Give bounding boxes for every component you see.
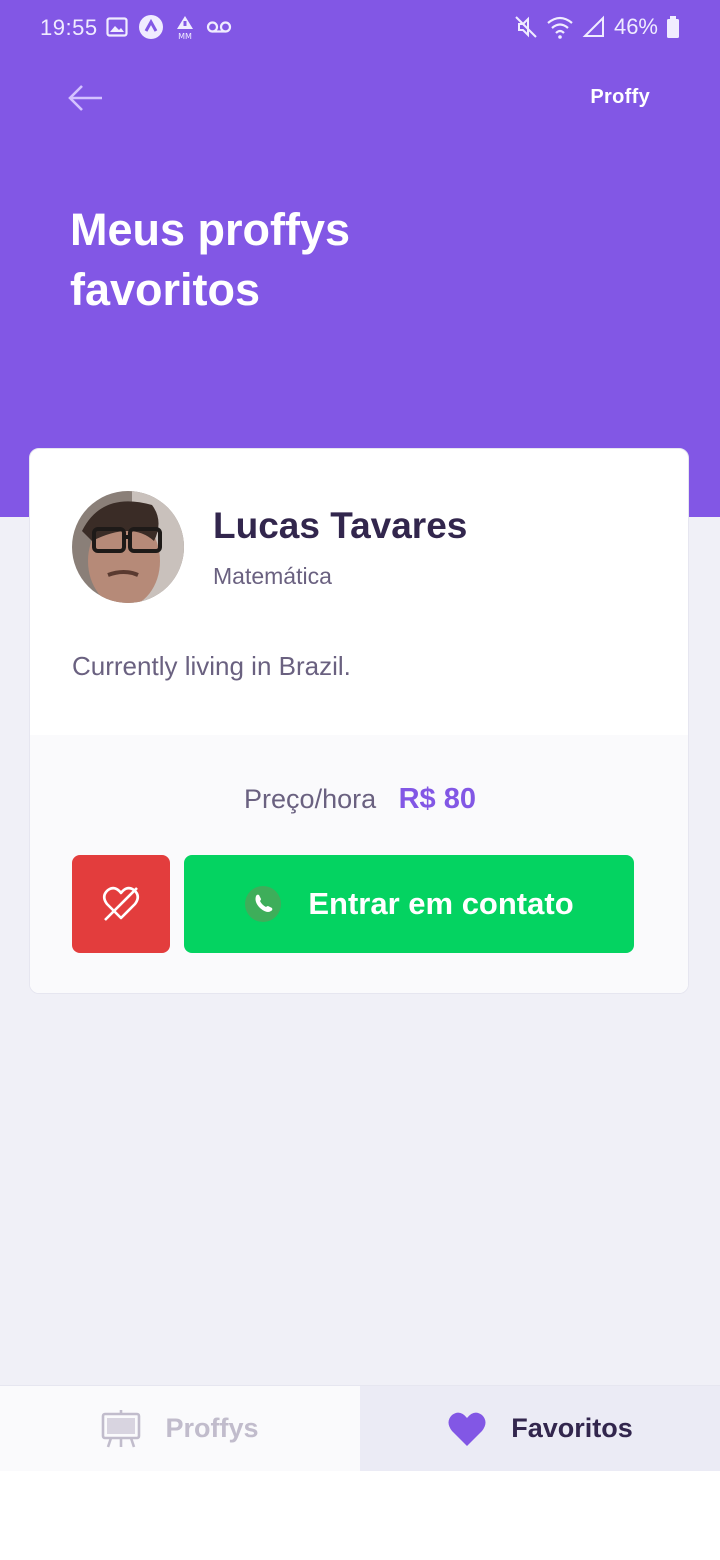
svg-text:MM: MM [178, 32, 192, 40]
card-footer: Preço/hora R$ 80 Entrar em contato [30, 735, 688, 993]
back-button[interactable] [66, 80, 106, 116]
app-circle-icon [139, 15, 163, 39]
easel-icon [102, 1409, 141, 1447]
image-icon [106, 17, 128, 37]
teacher-name: Lucas Tavares [213, 505, 468, 546]
arrow-left-icon [68, 85, 102, 111]
teacher-card: Lucas Tavares Matemática Currently livin… [29, 448, 689, 994]
contact-label: Entrar em contato [308, 886, 574, 921]
price-label: Preço/hora [244, 784, 377, 814]
contact-button[interactable]: Entrar em contato [184, 855, 634, 953]
price-row: Preço/hora R$ 80 [30, 783, 688, 816]
mm-icon: MM [177, 16, 193, 40]
mute-icon [515, 16, 537, 38]
tab-favoritos[interactable]: Favoritos [360, 1386, 720, 1471]
price-value: R$ 80 [398, 783, 476, 815]
whatsapp-icon [245, 886, 282, 922]
wifi-icon [547, 16, 573, 39]
heart-icon [448, 1412, 486, 1446]
page-title: Meus proffys favoritos [70, 204, 351, 315]
tab-proffys-label: Proffys [165, 1413, 259, 1443]
tab-favoritos-label: Favoritos [511, 1413, 633, 1443]
heart-outline-icon [102, 886, 140, 921]
proffy-logo: Proffy [590, 86, 650, 108]
signal-icon [582, 15, 604, 37]
status-time: 19:55 [40, 15, 98, 40]
battery-percent: 46% [613, 14, 658, 39]
unfavorite-button[interactable] [72, 855, 170, 953]
teacher-bio: Currently living in Brazil. [72, 651, 351, 681]
tab-proffys[interactable]: Proffys [0, 1386, 360, 1471]
tab-bar: Proffys Favoritos [0, 1385, 720, 1471]
avatar [72, 491, 184, 603]
bottom-blank-area [0, 1471, 720, 1560]
voicemail-icon [206, 21, 232, 33]
teacher-subject: Matemática [213, 563, 332, 589]
status-bar: 19:55 MM 46% [0, 0, 720, 56]
battery-icon [667, 16, 679, 38]
